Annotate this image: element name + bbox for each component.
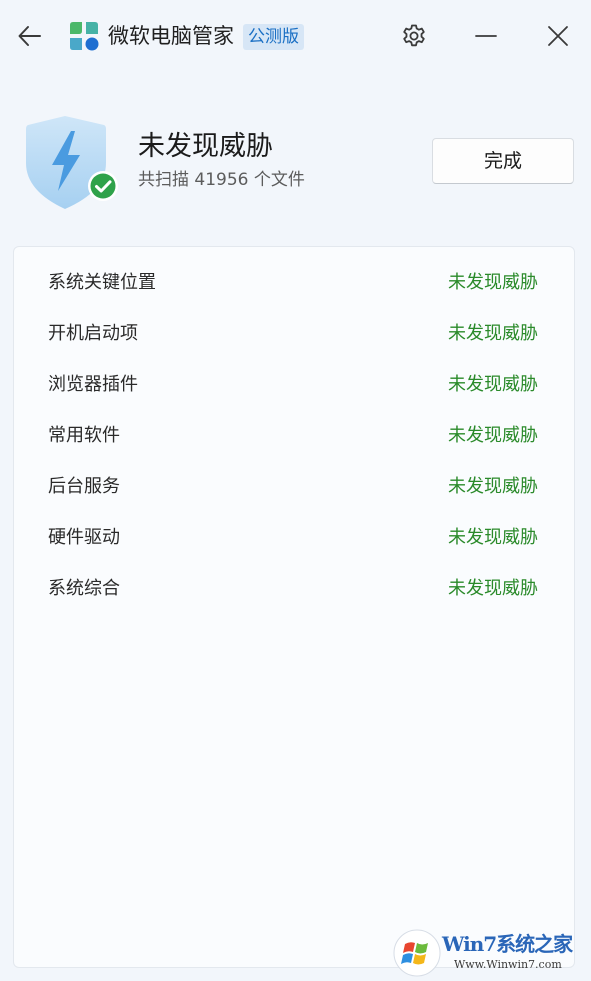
title-bar: 微软电脑管家 公测版 [0,0,591,72]
back-button[interactable] [14,20,46,52]
settings-button[interactable] [396,18,432,54]
item-status: 未发现威胁 [448,323,538,344]
beta-badge: 公测版 [243,24,304,50]
back-arrow-icon [18,26,41,46]
item-label: 系统综合 [48,578,120,599]
watermark: Win7系统之家 Www.Winwin7.com [392,928,588,978]
list-item: 常用软件 未发现威胁 [48,421,538,451]
minimize-button[interactable] [468,18,504,54]
item-label: 系统关键位置 [48,272,156,293]
app-logo-icon [70,22,99,51]
list-item: 硬件驱动 未发现威胁 [48,523,538,553]
shield-lightning-icon [26,116,118,209]
item-status: 未发现威胁 [448,476,538,497]
item-status: 未发现威胁 [448,425,538,446]
check-circle-icon [88,171,118,201]
close-button[interactable] [540,18,576,54]
close-icon [548,26,568,46]
item-status: 未发现威胁 [448,374,538,395]
gear-icon [403,24,425,47]
item-status: 未发现威胁 [448,527,538,548]
watermark-url: Www.Winwin7.com [454,958,562,971]
list-item: 浏览器插件 未发现威胁 [48,370,538,400]
scan-results-list: 系统关键位置 未发现威胁 开机启动项 未发现威胁 浏览器插件 未发现威胁 常用软… [13,246,575,968]
watermark-brand: Win7系统之家 [442,932,573,956]
item-label: 后台服务 [48,476,120,497]
windows-logo-icon [393,929,441,977]
item-status: 未发现威胁 [448,272,538,293]
item-label: 硬件驱动 [48,527,120,548]
scan-file-count: 共扫描 41956 个文件 [138,170,305,190]
list-item: 后台服务 未发现威胁 [48,472,538,502]
item-label: 浏览器插件 [48,374,138,395]
scan-result-title: 未发现威胁 [138,131,273,162]
minimize-icon [475,35,497,37]
item-status: 未发现威胁 [448,578,538,599]
app-title: 微软电脑管家 [108,24,234,48]
list-item: 系统综合 未发现威胁 [48,574,538,604]
list-item: 开机启动项 未发现威胁 [48,319,538,349]
item-label: 常用软件 [48,425,120,446]
item-label: 开机启动项 [48,323,138,344]
done-button[interactable]: 完成 [432,138,574,184]
list-item: 系统关键位置 未发现威胁 [48,268,538,298]
